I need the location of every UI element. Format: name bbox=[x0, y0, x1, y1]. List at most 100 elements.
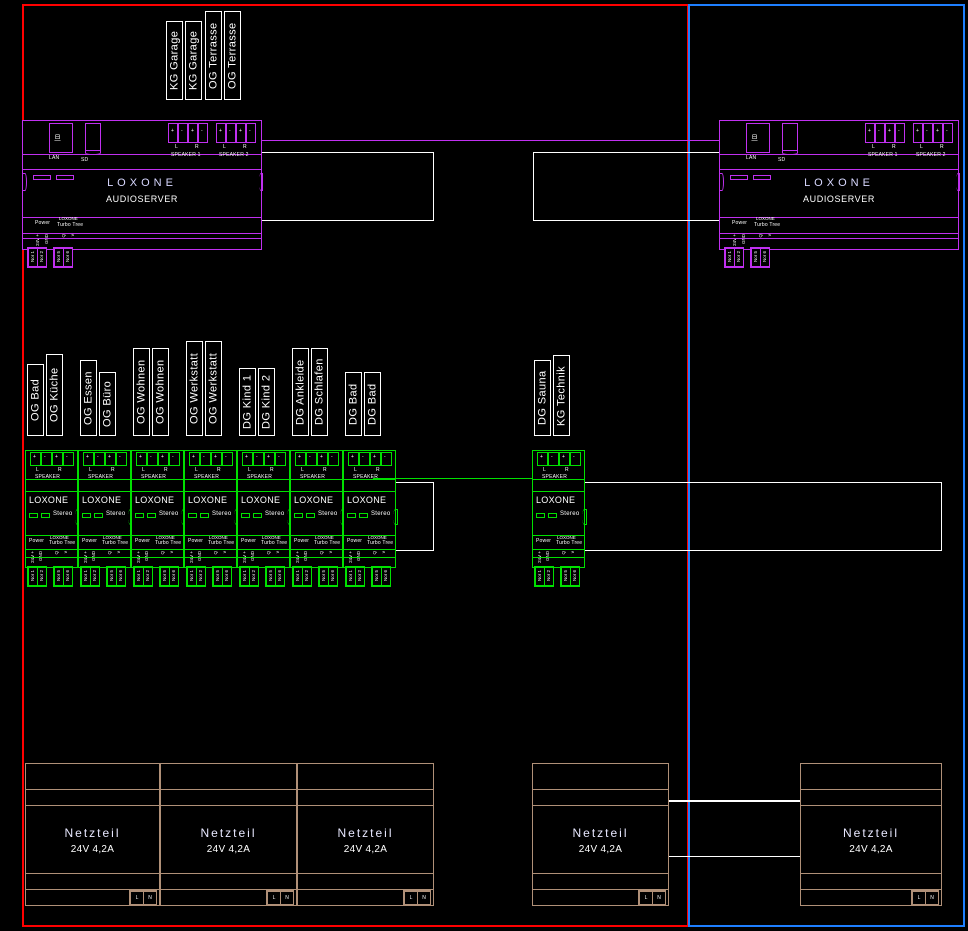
stereo-extension-device[interactable]: + - + - L R SPEAKER LOXONE Stereo Power LOXONE Turb… bbox=[343, 450, 398, 568]
speaker-terminal[interactable] bbox=[381, 452, 392, 466]
power-terminal-block[interactable]: Nor 1 Nor 2 bbox=[186, 566, 206, 587]
speaker-terminal[interactable] bbox=[246, 123, 256, 143]
tree-terminal-block[interactable]: Nor 5 Nor 6 bbox=[750, 247, 770, 268]
power-terminal-block[interactable]: Nor 1 Nor 2 bbox=[133, 566, 153, 587]
speaker-terminal[interactable] bbox=[222, 452, 233, 466]
status-led-2 bbox=[94, 513, 103, 518]
speaker-terminal[interactable] bbox=[570, 452, 581, 466]
speaker-label: SPEAKER bbox=[194, 474, 220, 480]
tree-terminal-block[interactable]: Nor 5 Nor 6 bbox=[159, 566, 179, 587]
terminal-n[interactable]: N bbox=[652, 891, 666, 905]
power-supply-device[interactable]: Netzteil 24V 4,2A L N bbox=[297, 763, 434, 906]
terminal-number: Nor 5 bbox=[321, 570, 326, 582]
speaker-terminal[interactable] bbox=[923, 123, 933, 143]
power-supply-rating: 24V 4,2A bbox=[70, 844, 115, 855]
tree-terminal-block[interactable]: Nor 5 Nor 6 bbox=[560, 566, 580, 587]
stereo-extension-device[interactable]: + - + - L R SPEAKER LOXONE Stereo Power LOXONE Turb… bbox=[237, 450, 292, 568]
terminal-polarity: - bbox=[229, 128, 231, 134]
speaker-terminal[interactable] bbox=[94, 452, 105, 466]
terminal-polarity: + bbox=[191, 128, 195, 134]
extension-room-tag: OG Bad bbox=[27, 364, 44, 436]
power-terminal-block[interactable]: Nor 1 Nor 2 bbox=[292, 566, 312, 587]
terminal-polarity: + bbox=[351, 454, 355, 460]
power-supply-device[interactable]: Netzteil 24V 4,2A L N bbox=[532, 763, 669, 906]
tree-terminal-block[interactable]: Nor 5 Nor 6 bbox=[371, 566, 391, 587]
terminal-l[interactable]: L bbox=[639, 891, 653, 905]
tree-terminal-block[interactable]: Nor 5 Nor 6 bbox=[53, 247, 73, 268]
terminal-l[interactable]: L bbox=[130, 891, 144, 905]
status-led-1 bbox=[294, 513, 303, 518]
audioserver-device[interactable]: 旦 LAN SD + - + - L R SPEAKER 1 + - + - L R SPEAKER 2 LOXO… bbox=[719, 120, 960, 250]
extension-room-tag: OG Wohnen bbox=[152, 348, 169, 436]
tree-terminal-block[interactable]: Nor 5 Nor 6 bbox=[212, 566, 232, 587]
mains-terminal-block[interactable]: LN bbox=[403, 890, 431, 906]
power-terminal-block[interactable]: Nor 1 Nor 2 bbox=[345, 566, 365, 587]
mains-terminal-block[interactable]: LN bbox=[266, 890, 294, 906]
terminal-l[interactable]: L bbox=[912, 891, 926, 905]
speaker-label: SPEAKER 2 bbox=[219, 152, 249, 158]
speaker-terminal[interactable] bbox=[548, 452, 559, 466]
terminal-n[interactable]: N bbox=[280, 891, 294, 905]
right-notch bbox=[582, 509, 587, 525]
speaker-terminal[interactable] bbox=[895, 123, 905, 143]
tree-terminal-block[interactable]: Nor 5 Nor 6 bbox=[53, 566, 73, 587]
stereo-extension-device[interactable]: + - + - L R SPEAKER LOXONE Stereo Power LOXONE Turb… bbox=[25, 450, 80, 568]
speaker-terminal[interactable] bbox=[169, 452, 180, 466]
speaker-terminal[interactable] bbox=[200, 452, 211, 466]
speaker-terminal[interactable] bbox=[275, 452, 286, 466]
speaker-terminal[interactable] bbox=[306, 452, 317, 466]
terminal-tree-b-label: v bbox=[222, 551, 227, 554]
stereo-extension-device[interactable]: + - + - L R SPEAKER LOXONE Stereo Power LOXONE Turb… bbox=[184, 450, 239, 568]
speaker-terminal[interactable] bbox=[198, 123, 208, 143]
sd-label: SD bbox=[778, 157, 786, 163]
mains-terminal-block[interactable]: LN bbox=[129, 890, 157, 906]
tree-terminal-block[interactable]: Nor 5 Nor 6 bbox=[318, 566, 338, 587]
speaker-terminal[interactable] bbox=[943, 123, 953, 143]
extension-model: Stereo bbox=[106, 511, 126, 517]
extension-room-tag: DG Schlafen bbox=[311, 348, 328, 436]
speaker-terminal[interactable] bbox=[328, 452, 339, 466]
terminal-l[interactable]: L bbox=[267, 891, 281, 905]
power-terminal-block[interactable]: Nor 1 Nor 2 bbox=[27, 566, 47, 587]
speaker-terminal[interactable] bbox=[875, 123, 885, 143]
power-terminal-block[interactable]: Nor 1 Nor 2 bbox=[534, 566, 554, 587]
terminal-n[interactable]: N bbox=[925, 891, 939, 905]
terminal-number: Nor 6 bbox=[65, 570, 70, 582]
speaker-terminal[interactable] bbox=[147, 452, 158, 466]
stereo-extension-device[interactable]: + - + - L R SPEAKER LOXONE Stereo Power LOXONE Turb… bbox=[532, 450, 587, 568]
speaker-terminal[interactable] bbox=[63, 452, 74, 466]
terminal-number: Nor 5 bbox=[56, 570, 61, 582]
tree-terminal-block[interactable]: Nor 5 Nor 6 bbox=[106, 566, 126, 587]
stereo-extension-device[interactable]: + - + - L R SPEAKER LOXONE Stereo Power LOXONE Turb… bbox=[131, 450, 186, 568]
tree-terminal-block[interactable]: Nor 5 Nor 6 bbox=[265, 566, 285, 587]
tree-brand: LOXONE bbox=[756, 216, 775, 221]
power-supply-device[interactable]: Netzteil 24V 4,2A L N bbox=[800, 763, 942, 906]
status-led-2 bbox=[548, 513, 557, 518]
terminal-l[interactable]: L bbox=[404, 891, 418, 905]
sd-slot[interactable] bbox=[85, 123, 101, 151]
audioserver-device[interactable]: 旦 LAN SD + - + - L R SPEAKER 1 + - + - L R SPEAKER 2 LOXO… bbox=[22, 120, 263, 250]
power-terminal-block[interactable]: Nor 1 Nor 2 bbox=[80, 566, 100, 587]
terminal-n[interactable]: N bbox=[417, 891, 431, 905]
power-supply-device[interactable]: Netzteil 24V 4,2A L N bbox=[25, 763, 160, 906]
speaker-terminal[interactable] bbox=[41, 452, 52, 466]
speaker-terminal[interactable] bbox=[359, 452, 370, 466]
speaker-channel-r: R bbox=[270, 467, 274, 473]
mains-terminal-block[interactable]: LN bbox=[911, 890, 939, 906]
power-supply-device[interactable]: Netzteil 24V 4,2A L N bbox=[160, 763, 297, 906]
speaker-terminal[interactable] bbox=[226, 123, 236, 143]
bus-line-extension bbox=[373, 478, 532, 479]
sd-notch bbox=[782, 151, 798, 155]
stereo-extension-device[interactable]: + - + - L R SPEAKER LOXONE Stereo Power LOXONE Turb… bbox=[78, 450, 133, 568]
speaker-terminal[interactable] bbox=[116, 452, 127, 466]
speaker-terminal[interactable] bbox=[253, 452, 264, 466]
mains-terminal-block[interactable]: LN bbox=[638, 890, 666, 906]
power-terminal-block[interactable]: Nor 1 Nor 2 bbox=[724, 247, 744, 268]
speaker-terminal[interactable] bbox=[178, 123, 188, 143]
sd-slot[interactable] bbox=[782, 123, 798, 151]
terminal-tree-a-label: Q bbox=[54, 551, 59, 555]
power-terminal-block[interactable]: Nor 1 Nor 2 bbox=[239, 566, 259, 587]
terminal-n[interactable]: N bbox=[143, 891, 157, 905]
power-terminal-block[interactable]: Nor 1 Nor 2 bbox=[27, 247, 47, 268]
stereo-extension-device[interactable]: + - + - L R SPEAKER LOXONE Stereo Power LOXONE Turb… bbox=[290, 450, 345, 568]
